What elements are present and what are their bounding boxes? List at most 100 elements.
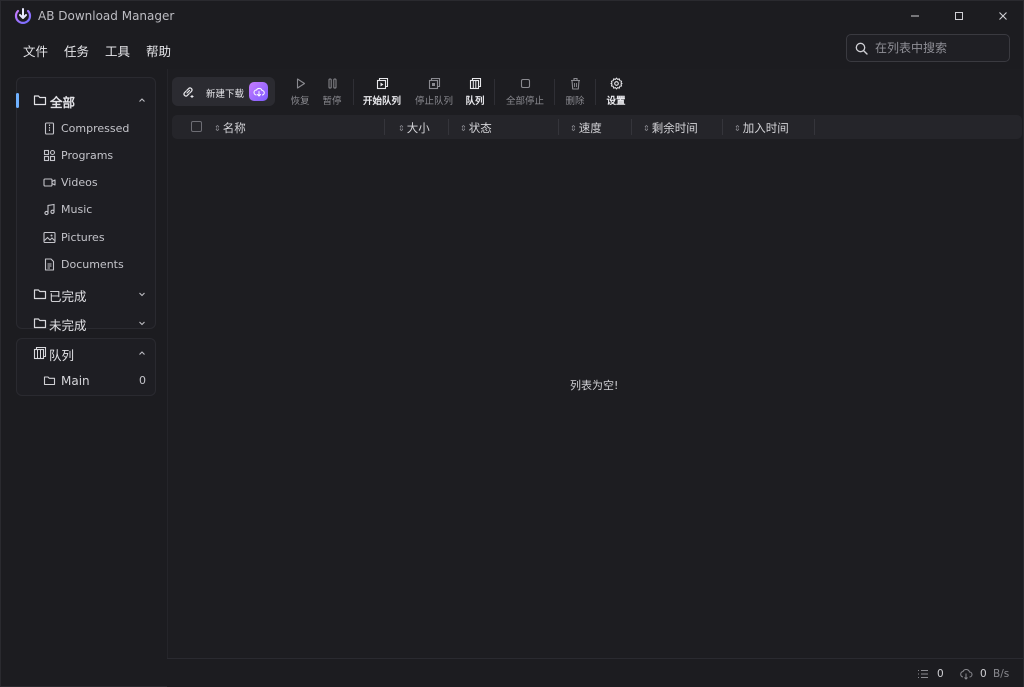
folder-icon [33, 93, 47, 107]
stop-queue-button[interactable]: 停止队列 [414, 77, 454, 107]
stop-all-label: 全部停止 [505, 96, 544, 107]
sort-icon: ⇕ [643, 123, 650, 133]
cloud-download-icon [959, 668, 973, 680]
category-documents[interactable]: Documents [17, 253, 157, 277]
category-pictures[interactable]: Pictures [17, 226, 157, 250]
link-icon [181, 85, 195, 99]
picture-icon [43, 231, 56, 244]
app-title: AB Download Manager [38, 9, 175, 23]
search-input[interactable] [875, 41, 1003, 55]
column-divider[interactable] [448, 119, 449, 135]
close-button[interactable] [983, 5, 1023, 27]
select-all-checkbox[interactable] [191, 121, 202, 132]
column-divider[interactable] [384, 119, 385, 135]
queue-item-label: Main [61, 374, 90, 388]
sort-icon: ⇕ [734, 123, 741, 133]
column-date-added[interactable]: ⇕ 加入时间 [734, 120, 789, 136]
maximize-button[interactable] [939, 5, 979, 27]
column-status[interactable]: ⇕ 状态 [460, 120, 492, 136]
new-download-button[interactable]: 新建下载 [172, 77, 275, 106]
sort-icon: ⇕ [214, 123, 221, 133]
queue-button[interactable]: 队列 [464, 77, 486, 107]
menu-bar: 文件 任务 工具 帮助 [15, 39, 179, 62]
music-icon [43, 203, 56, 216]
queue-header[interactable]: 队列 [17, 340, 157, 366]
category-finished[interactable]: 已完成 [17, 281, 157, 307]
speed-unit: B/s [993, 668, 1010, 680]
category-panel: 全部 Compressed Programs Videos Music Pict… [16, 77, 157, 333]
chevron-down-icon[interactable] [137, 289, 147, 299]
menu-help[interactable]: 帮助 [138, 39, 179, 62]
status-bar: 0 0 B/s [167, 658, 1023, 687]
pause-label: 暂停 [322, 96, 342, 107]
toolbar: 新建下载 恢复 暂停 开始队列 停止队列 队列 全部停止 删除 设置 [168, 75, 628, 109]
column-divider[interactable] [558, 119, 559, 135]
compressed-file-icon [43, 122, 56, 135]
queue-icon [33, 346, 47, 360]
column-divider[interactable] [814, 119, 815, 135]
category-label: Music [61, 203, 93, 216]
category-compressed[interactable]: Compressed [17, 117, 157, 141]
queue-item-main[interactable]: Main 0 [17, 369, 157, 393]
sort-icon: ⇕ [460, 123, 467, 133]
category-label: Compressed [61, 122, 130, 135]
active-count: 0 [937, 668, 944, 680]
category-label: Programs [61, 149, 114, 162]
menu-file[interactable]: 文件 [15, 39, 56, 62]
category-unfinished[interactable]: 未完成 [17, 310, 157, 336]
chevron-up-icon[interactable] [137, 95, 147, 105]
active-indicator [16, 93, 19, 108]
category-programs[interactable]: Programs [17, 144, 157, 168]
queue-panel: 队列 Main 0 [16, 338, 156, 396]
settings-button[interactable]: 设置 [605, 77, 627, 107]
video-icon [43, 176, 56, 189]
category-videos[interactable]: Videos [17, 171, 157, 195]
start-queue-icon [376, 77, 389, 90]
app-logo-icon [14, 7, 32, 25]
category-music[interactable]: Music [17, 198, 157, 222]
resume-button[interactable]: 恢复 [287, 77, 313, 107]
sidebar: 全部 Compressed Programs Videos Music Pict… [1, 69, 165, 687]
column-speed[interactable]: ⇕ 速度 [570, 120, 602, 136]
menu-tools[interactable]: 工具 [97, 39, 138, 62]
stop-icon [519, 77, 532, 90]
empty-list-message: 列表为空! [570, 379, 619, 392]
chevron-up-icon[interactable] [137, 348, 147, 358]
start-queue-label: 开始队列 [362, 96, 401, 107]
toolbar-divider [494, 79, 495, 105]
table-header: ⇕ 名称 ⇕ 大小 ⇕ 状态 ⇕ 速度 ⇕ 剩余时间 ⇕ 加入时间 [172, 115, 1022, 139]
title-bar[interactable]: AB Download Manager [1, 1, 1023, 31]
category-label: Pictures [61, 231, 105, 244]
delete-button[interactable]: 删除 [564, 77, 586, 107]
column-divider[interactable] [631, 119, 632, 135]
category-all[interactable]: 全部 [16, 87, 157, 113]
menu-tasks[interactable]: 任务 [56, 39, 97, 62]
column-divider[interactable] [722, 119, 723, 135]
pause-icon [326, 77, 339, 90]
queue-title: 队列 [49, 348, 75, 363]
speed-value: 0 [980, 668, 987, 680]
sort-icon: ⇕ [570, 123, 577, 133]
chevron-down-icon[interactable] [137, 318, 147, 328]
main-panel: 新建下载 恢复 暂停 开始队列 停止队列 队列 全部停止 删除 设置 ⇕ 名称 … [167, 69, 1023, 658]
column-name[interactable]: ⇕ 名称 [214, 120, 246, 136]
stop-all-button[interactable]: 全部停止 [505, 77, 545, 107]
app-window: AB Download Manager 文件 任务 工具 帮助 在列表中搜索 全… [0, 0, 1024, 687]
trash-icon [569, 77, 582, 90]
folder-icon [33, 316, 47, 330]
category-label: Videos [61, 176, 98, 189]
pause-button[interactable]: 暂停 [319, 77, 345, 107]
column-time-left[interactable]: ⇕ 剩余时间 [643, 120, 698, 136]
minimize-button[interactable] [895, 5, 935, 27]
toolbar-divider [353, 79, 354, 105]
play-icon [294, 77, 307, 90]
search-box[interactable] [846, 34, 1010, 62]
folder-icon [33, 287, 47, 301]
toolbar-divider [595, 79, 596, 105]
category-unfinished-label: 未完成 [49, 318, 87, 333]
column-size[interactable]: ⇕ 大小 [398, 120, 430, 136]
start-queue-button[interactable]: 开始队列 [362, 77, 402, 107]
stop-queue-label: 停止队列 [414, 96, 453, 107]
queue-icon [469, 77, 482, 90]
folder-icon [43, 374, 56, 387]
